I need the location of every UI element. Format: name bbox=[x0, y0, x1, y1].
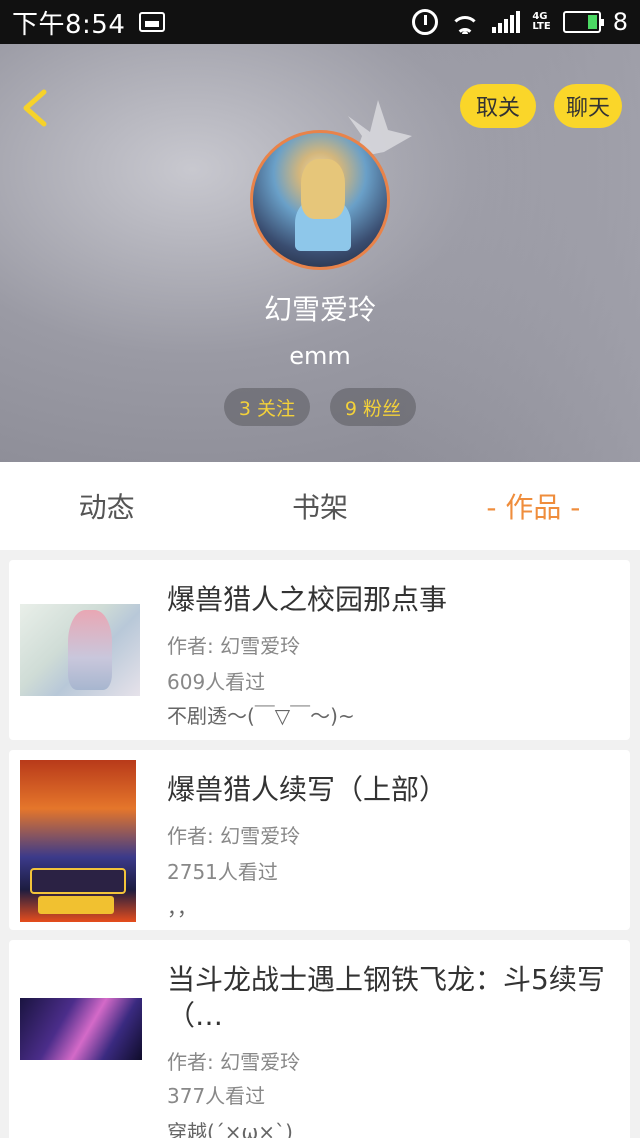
list-item[interactable]: 爆兽猎人续写（上部） 作者: 幻雪爱玲 2751人看过 ，， bbox=[9, 750, 630, 930]
tab-bookshelf[interactable]: 书架 bbox=[213, 462, 426, 550]
username: 幻雪爱玲 bbox=[263, 293, 376, 326]
status-bar: 下午8:54 4G LTE 8 bbox=[0, 0, 640, 44]
book-description: 穿越(´×ω×`) bbox=[167, 1120, 293, 1138]
battery-icon bbox=[562, 11, 604, 33]
alarm-icon bbox=[412, 9, 439, 35]
book-title: 当斗龙战士遇上钢铁飞龙：斗5续写（… bbox=[167, 963, 605, 1032]
status-icons: 4G LTE 8 bbox=[412, 8, 628, 36]
fans-count-badge[interactable]: 9 粉丝 bbox=[330, 388, 416, 426]
status-time: 下午8:54 bbox=[12, 9, 126, 40]
book-author: 作者: 幻雪爱玲 bbox=[167, 824, 301, 848]
tab-dynamics[interactable]: 动态 bbox=[0, 462, 213, 550]
sim-card-icon bbox=[139, 12, 166, 32]
book-title: 爆兽猎人续写（上部） bbox=[167, 773, 448, 806]
wifi-icon bbox=[450, 10, 481, 34]
book-author: 作者: 幻雪爱玲 bbox=[167, 1050, 301, 1074]
book-cover bbox=[20, 760, 136, 922]
user-signature: emm bbox=[289, 342, 351, 370]
tab-works[interactable]: - 作品 - bbox=[427, 462, 640, 550]
chevron-left-icon bbox=[23, 89, 47, 127]
chat-button[interactable]: 聊天 bbox=[554, 84, 622, 128]
book-description: 不剧透～(￣▽￣～)~ bbox=[167, 704, 355, 728]
book-author: 作者: 幻雪爱玲 bbox=[167, 634, 301, 658]
avatar-image bbox=[250, 130, 390, 270]
avatar[interactable] bbox=[250, 130, 390, 270]
list-item[interactable]: 当斗龙战士遇上钢铁飞龙：斗5续写（… 作者: 幻雪爱玲 377人看过 穿越(´×… bbox=[9, 940, 630, 1138]
book-description: ，， bbox=[167, 896, 197, 920]
book-cover bbox=[20, 998, 142, 1060]
cellular-signal-icon bbox=[492, 11, 521, 33]
profile-tabs: 动态 书架 - 作品 - bbox=[0, 462, 640, 550]
network-type-label: 4G LTE bbox=[532, 11, 551, 32]
book-views: 2751人看过 bbox=[167, 860, 278, 884]
unfollow-button[interactable]: 取关 bbox=[460, 84, 536, 128]
list-item[interactable]: 爆兽猎人之校园那点事 作者: 幻雪爱玲 609人看过 不剧透～(￣▽￣～)~ bbox=[9, 560, 630, 740]
book-views: 377人看过 bbox=[167, 1084, 266, 1108]
back-button[interactable] bbox=[18, 88, 52, 128]
battery-level: 8 bbox=[612, 8, 628, 36]
book-title: 爆兽猎人之校园那点事 bbox=[167, 583, 448, 616]
profile-header: 取关 聊天 幻雪爱玲 emm 3 关注 9 粉丝 bbox=[0, 44, 640, 462]
follow-count-badge[interactable]: 3 关注 bbox=[224, 388, 310, 426]
book-cover bbox=[20, 604, 140, 696]
book-views: 609人看过 bbox=[167, 670, 266, 694]
